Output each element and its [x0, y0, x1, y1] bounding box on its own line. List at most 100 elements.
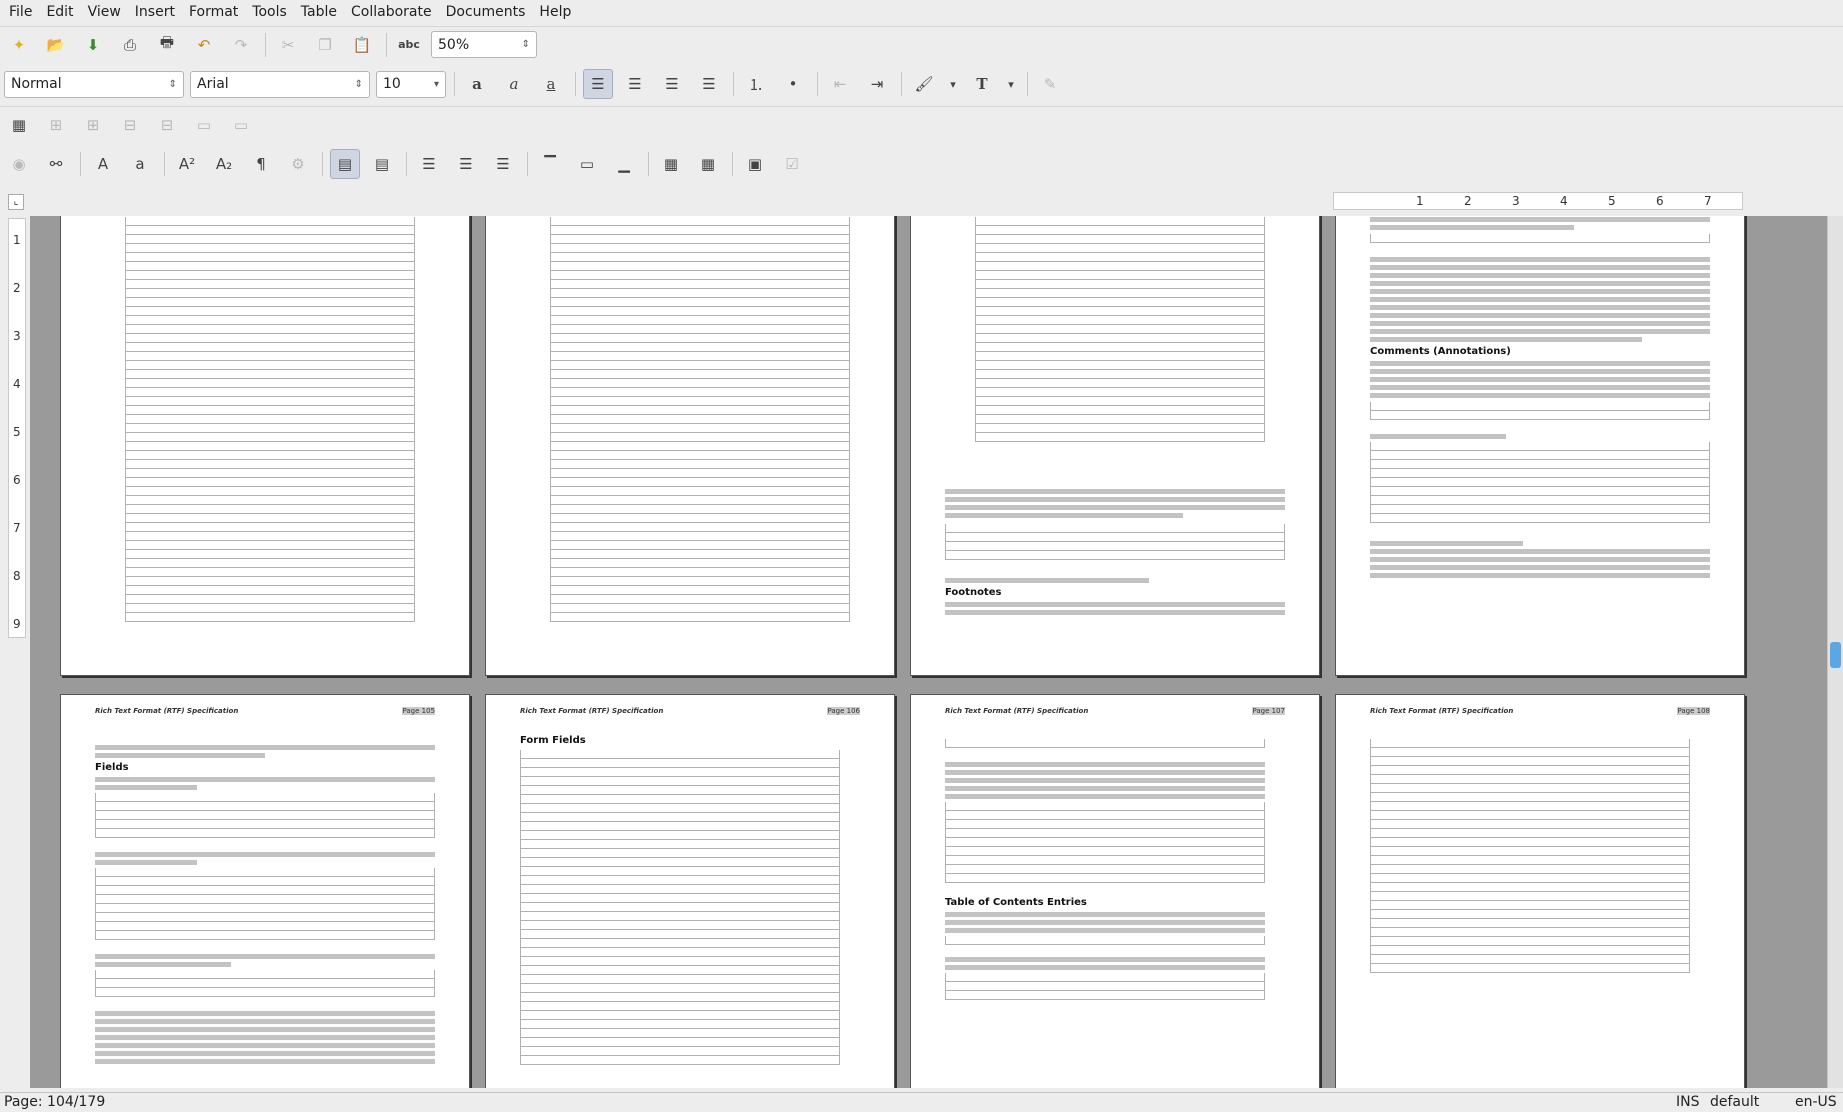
frame-top-icon[interactable]: ▔ [535, 149, 565, 179]
properties-icon[interactable]: ▣ [740, 149, 770, 179]
strikethrough-icon[interactable]: a [125, 149, 155, 179]
insert-table-icon[interactable]: ▦ [4, 110, 34, 140]
page-style[interactable]: default [1710, 1094, 1759, 1110]
print-preview-icon[interactable]: ⎙ [115, 30, 145, 60]
paragraph-style-select[interactable]: Normal ⇕ [4, 70, 184, 98]
align-right-icon[interactable]: ☰ [657, 69, 687, 99]
merge-cells-icon[interactable]: ▭ [189, 110, 219, 140]
align-left-icon[interactable]: ☰ [583, 69, 613, 99]
chevron-down-icon[interactable]: ▾ [946, 69, 960, 99]
page-106[interactable]: Rich Text Format (RTF) Specification Pag… [485, 694, 895, 1088]
insert-row-icon[interactable]: ⊞ [41, 110, 71, 140]
menu-tools[interactable]: Tools [245, 0, 294, 24]
menu-insert[interactable]: Insert [128, 0, 182, 24]
text-frame-icon[interactable]: A [88, 149, 118, 179]
menu-edit[interactable]: Edit [39, 0, 80, 24]
numbered-list-icon[interactable]: ⒈ [741, 69, 771, 99]
chevron-down-icon[interactable]: ▾ [1004, 69, 1018, 99]
insert-column-icon[interactable]: ⊞ [78, 110, 108, 140]
menu-view[interactable]: View [81, 0, 128, 24]
separator [575, 72, 576, 96]
justify-icon[interactable]: ☰ [694, 69, 724, 99]
page-101[interactable] [60, 216, 470, 676]
new-document-icon[interactable]: ✦ [4, 30, 34, 60]
separator [648, 152, 649, 176]
menu-help[interactable]: Help [532, 0, 578, 24]
superscript-icon[interactable]: A² [172, 149, 202, 179]
page-108[interactable]: Rich Text Format (RTF) Specification Pag… [1335, 694, 1745, 1088]
separator [265, 32, 266, 57]
insert-mode[interactable]: INS [1676, 1094, 1700, 1110]
underline-icon[interactable]: a [536, 69, 566, 99]
wrap-square-icon[interactable]: ▤ [367, 149, 397, 179]
text-color-icon[interactable]: T [967, 69, 997, 99]
cut-icon[interactable]: ✂ [273, 30, 303, 60]
menu-documents[interactable]: Documents [439, 0, 533, 24]
document-canvas[interactable]: Footnotes Comments (Annotations) Rich Te… [30, 216, 1827, 1088]
text-shapes: Table of Contents Entries [945, 739, 1265, 1000]
menu-table[interactable]: Table [294, 0, 344, 24]
zoom-select[interactable]: 50% ⇕ [431, 31, 537, 58]
style-value: Normal [11, 76, 62, 92]
horizontal-ruler[interactable]: 1 2 3 4 5 6 7 [1333, 192, 1743, 210]
pen-icon[interactable]: ✎ [1035, 69, 1065, 99]
align-center-icon[interactable]: ☰ [620, 69, 650, 99]
borders-icon[interactable]: ▦ [656, 149, 686, 179]
globe-icon[interactable]: ◉ [4, 149, 34, 179]
separator [322, 152, 323, 176]
bold-icon[interactable]: a [462, 69, 492, 99]
frame-align-right-icon[interactable]: ☰ [488, 149, 518, 179]
redo-icon[interactable]: ↷ [226, 30, 256, 60]
vertical-ruler[interactable]: 1 2 3 4 5 6 7 8 9 [8, 218, 26, 638]
subscript-icon[interactable]: A₂ [209, 149, 239, 179]
header-title: Rich Text Format (RTF) Specification [1370, 707, 1514, 715]
ruler-number: 1 [13, 233, 21, 247]
font-family-select[interactable]: Arial ⇕ [190, 70, 370, 98]
vertical-scrollbar[interactable] [1827, 216, 1843, 1088]
link-icon[interactable]: ⚯ [41, 149, 71, 179]
footnotes-heading: Footnotes [945, 587, 1002, 598]
page-102[interactable] [485, 216, 895, 676]
scrollbar-thumb[interactable] [1830, 642, 1841, 668]
tab-stop-selector[interactable]: ⌞ [8, 194, 24, 210]
frame-align-center-icon[interactable]: ☰ [451, 149, 481, 179]
object-icon[interactable]: ⚙ [283, 149, 313, 179]
check-icon[interactable]: ☑ [777, 149, 807, 179]
header-title: Rich Text Format (RTF) Specification [945, 707, 1089, 715]
spellcheck-icon[interactable]: abc [394, 30, 424, 60]
save-icon[interactable]: ⬇ [78, 30, 108, 60]
delete-row-icon[interactable]: ⊟ [115, 110, 145, 140]
page-107[interactable]: Rich Text Format (RTF) Specification Pag… [910, 694, 1320, 1088]
frame-align-left-icon[interactable]: ☰ [414, 149, 444, 179]
page-103[interactable]: Footnotes [910, 216, 1320, 676]
italic-icon[interactable]: a [499, 69, 529, 99]
menu-file[interactable]: File [2, 0, 39, 24]
paste-icon[interactable]: 📋 [347, 30, 377, 60]
delete-column-icon[interactable]: ⊟ [152, 110, 182, 140]
print-icon[interactable]: 🖶 [152, 30, 182, 60]
language[interactable]: en-US [1795, 1094, 1837, 1110]
menu-format[interactable]: Format [182, 0, 245, 24]
open-icon[interactable]: 📂 [41, 30, 71, 60]
frame-middle-icon[interactable]: ▭ [572, 149, 602, 179]
paragraph-icon[interactable]: ¶ [246, 149, 276, 179]
copy-icon[interactable]: ❐ [310, 30, 340, 60]
highlight-color-icon[interactable]: 🖌 [909, 69, 939, 99]
split-cells-icon[interactable]: ▭ [226, 110, 256, 140]
shading-icon[interactable]: ▦ [693, 149, 723, 179]
menu-collaborate[interactable]: Collaborate [344, 0, 439, 24]
page-number: Page 108 [1677, 707, 1710, 715]
wrap-inline-icon[interactable]: ▤ [330, 149, 360, 179]
undo-icon[interactable]: ↶ [189, 30, 219, 60]
frame-toolbar: ◉ ⚯ A a A² A₂ ¶ ⚙ ▤ ▤ ☰ ☰ ☰ ▔ ▭ ▁ ▦ ▦ ▣ … [0, 146, 1843, 182]
increase-indent-icon[interactable]: ⇥ [862, 69, 892, 99]
decrease-indent-icon[interactable]: ⇤ [825, 69, 855, 99]
ruler-number: 6 [13, 473, 21, 487]
bullet-list-icon[interactable]: • [778, 69, 808, 99]
page-105[interactable]: Rich Text Format (RTF) Specification Pag… [60, 694, 470, 1088]
table-shapes [1370, 739, 1690, 973]
page-104[interactable]: Comments (Annotations) [1335, 216, 1745, 676]
font-size-select[interactable]: 10 ▾ [376, 70, 446, 98]
table-shapes: Form Fields [520, 731, 840, 1065]
frame-bottom-icon[interactable]: ▁ [609, 149, 639, 179]
